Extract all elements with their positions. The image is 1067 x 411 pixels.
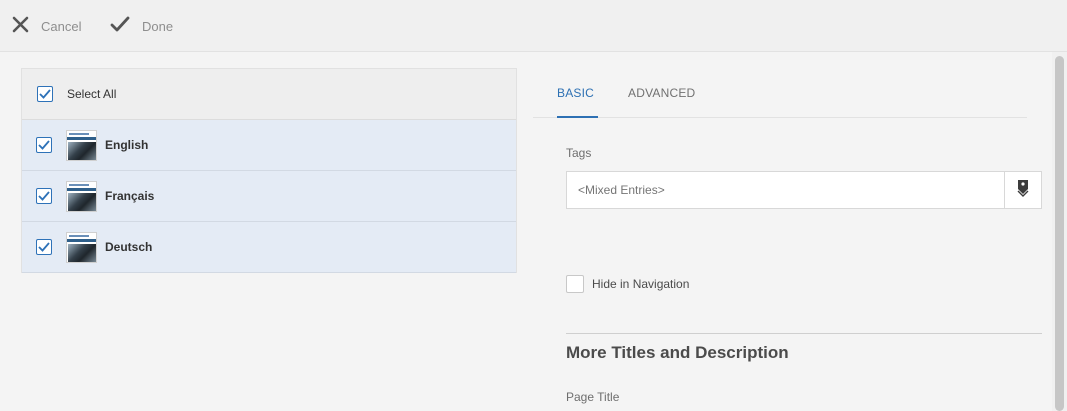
cancel-label: Cancel [41,18,82,34]
section-divider [566,333,1042,334]
done-button[interactable]: Done [110,14,173,38]
tag-picker-button[interactable] [1004,171,1042,209]
page-thumbnail [66,231,97,263]
page-thumbnail [66,129,97,161]
done-label: Done [142,18,174,34]
tags-label: Tags [566,146,592,160]
item-label: Français [105,189,155,203]
tag-icon [1015,179,1031,202]
toolbar: Cancel Done [0,0,1067,52]
hide-in-navigation-checkbox[interactable] [566,275,584,293]
page-title-label: Page Title [566,390,620,404]
list-item[interactable]: Français [22,171,516,222]
tags-input[interactable] [566,171,1005,209]
tab-advanced[interactable]: ADVANCED [628,74,695,118]
item-checkbox[interactable] [36,239,52,255]
properties-tabs: BASIC ADVANCED [533,74,1027,118]
list-item[interactable]: English [22,120,516,171]
hide-in-navigation-label: Hide in Navigation [592,277,690,291]
page-thumbnail [66,180,97,212]
list-item[interactable]: Deutsch [22,222,516,273]
cancel-button[interactable]: Cancel [12,14,81,38]
tab-basic[interactable]: BASIC [557,74,598,118]
scrollbar-thumb[interactable] [1055,56,1064,411]
select-all-checkbox[interactable] [37,86,53,102]
hide-in-navigation-row: Hide in Navigation [566,275,689,293]
section-title: More Titles and Description [566,343,789,362]
select-all-row: Select All [22,69,516,120]
item-checkbox[interactable] [36,137,52,153]
checkmark-icon [110,16,142,36]
item-checkbox[interactable] [36,188,52,204]
item-label: Deutsch [105,240,153,254]
select-all-label: Select All [67,87,117,101]
item-label: English [105,138,149,152]
close-icon [12,16,41,36]
page-selection-list: Select All English Français Deutsch [21,68,517,273]
